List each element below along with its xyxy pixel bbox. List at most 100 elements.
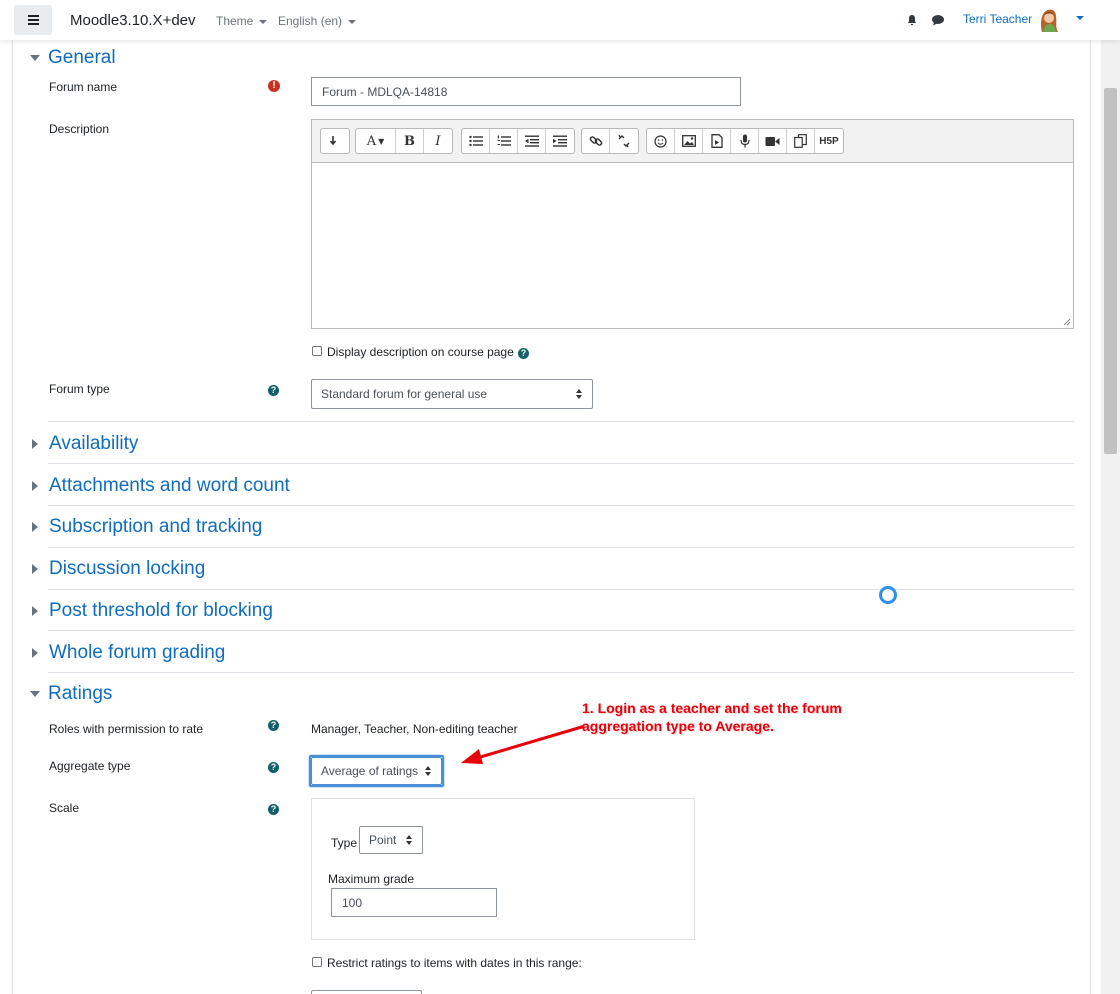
annotation-line-1: 1. Login as a teacher and set the forum [582, 700, 842, 716]
expand-triangle-icon [32, 481, 38, 491]
max-grade-label: Maximum grade [328, 872, 415, 886]
emoticon-icon[interactable] [647, 129, 675, 153]
collapse-triangle-icon [30, 691, 40, 697]
aggregate-type-label: Aggregate type [49, 759, 131, 773]
indent-icon[interactable] [546, 129, 574, 153]
section-title: Subscription and tracking [49, 516, 263, 537]
bell-icon[interactable] [906, 14, 918, 26]
toolbar-group-lists [461, 128, 575, 154]
expand-triangle-icon [32, 648, 38, 658]
toolbar-group-links [581, 128, 639, 154]
display-description-checkbox[interactable] [312, 346, 322, 356]
description-label: Description [49, 122, 110, 136]
max-grade-input[interactable]: 100 [331, 888, 497, 917]
resize-grip-icon[interactable] [1063, 318, 1071, 326]
show-more-buttons-icon[interactable] [321, 129, 349, 153]
help-icon[interactable]: ? [518, 348, 529, 359]
expand-triangle-icon [32, 522, 38, 532]
display-description-label: Display description on course page [327, 345, 514, 359]
unlink-icon[interactable] [610, 129, 638, 153]
theme-menu[interactable]: Theme [216, 14, 268, 28]
collapse-triangle-icon [30, 55, 40, 61]
page-border-left [12, 40, 13, 994]
forum-name-input[interactable]: Forum - MDLQA-14818 [311, 77, 741, 106]
section-title: Availability [49, 433, 139, 454]
expand-triangle-icon [32, 606, 38, 616]
help-icon[interactable]: ? [268, 385, 279, 396]
forum-type-label: Forum type [49, 382, 110, 396]
menu-toggle-button[interactable] [14, 5, 52, 35]
outdent-icon[interactable] [518, 129, 546, 153]
help-icon[interactable]: ? [268, 720, 279, 731]
annotation-line-2: aggregation type to Average. [582, 718, 774, 734]
description-editor-area[interactable] [311, 162, 1074, 329]
media-file-icon[interactable] [703, 129, 731, 153]
video-camera-icon[interactable] [759, 129, 787, 153]
language-menu[interactable]: English (en) [278, 14, 357, 28]
caret-down-icon [348, 19, 357, 24]
site-name[interactable]: Moodle3.10.X+dev [70, 12, 196, 29]
microphone-icon[interactable] [731, 129, 759, 153]
toolbar-group-style: A ▼ B I [355, 128, 453, 154]
section-subscription-header[interactable]: Subscription and tracking [30, 516, 262, 538]
top-navbar: Moodle3.10.X+dev Theme English (en) Terr… [0, 0, 1120, 40]
restrict-ratings-label: Restrict ratings to items with dates in … [327, 956, 582, 970]
user-avatar[interactable] [1034, 6, 1062, 34]
section-title: General [48, 47, 116, 68]
max-grade-value: 100 [342, 895, 363, 910]
scale-label: Scale [49, 801, 80, 815]
scale-fieldset [311, 798, 695, 940]
annotation-arrow-icon [461, 724, 586, 764]
section-attachments-header[interactable]: Attachments and word count [30, 475, 290, 497]
forum-name-value: Forum - MDLQA-14818 [322, 84, 448, 99]
link-icon[interactable] [582, 129, 610, 153]
restrict-ratings-checkbox[interactable] [312, 957, 322, 967]
section-title: Ratings [48, 683, 113, 704]
forum-type-select[interactable]: Standard forum for general use [311, 379, 593, 409]
chat-icon[interactable] [931, 14, 945, 26]
ordered-list-icon[interactable] [490, 129, 518, 153]
expand-triangle-icon [32, 439, 38, 449]
section-availability-header[interactable]: Availability [30, 433, 138, 455]
image-icon[interactable] [675, 129, 703, 153]
hamburger-icon [27, 19, 39, 21]
section-post-threshold-header[interactable]: Post threshold for blocking [30, 600, 273, 622]
annotation-callout: 1. Login as a teacher and set the forum … [582, 699, 912, 735]
expand-triangle-icon [32, 564, 38, 574]
page-border-right [1090, 40, 1091, 994]
scrollbar-thumb[interactable] [1104, 88, 1117, 454]
section-title: Discussion locking [49, 558, 206, 579]
restrict-date-select[interactable] [311, 990, 422, 994]
scale-type-label: Type [331, 836, 358, 850]
bold-icon[interactable]: B [396, 129, 424, 153]
user-menu-name[interactable]: Terri Teacher [963, 12, 1032, 26]
help-icon[interactable]: ? [268, 762, 279, 773]
theme-menu-label: Theme [216, 14, 254, 28]
h5p-icon[interactable]: H5P [815, 129, 843, 153]
section-divider [48, 463, 1074, 464]
aggregate-type-select[interactable]: Average of ratings [311, 757, 442, 785]
scale-type-select[interactable]: Point [359, 826, 423, 854]
aggregate-type-value: Average of ratings [321, 764, 419, 778]
forum-type-value: Standard forum for general use [321, 387, 488, 401]
italic-icon[interactable]: I [424, 129, 452, 153]
toolbar-group-collapse [320, 128, 350, 154]
section-general-header[interactable]: General [30, 47, 116, 69]
roles-label: Roles with permission to rate [49, 722, 204, 736]
unordered-list-icon[interactable] [462, 129, 490, 153]
section-title: Post threshold for blocking [49, 600, 273, 621]
section-ratings-header[interactable]: Ratings [30, 683, 112, 705]
section-divider [48, 630, 1074, 631]
caret-down-icon[interactable] [1076, 16, 1084, 20]
section-divider [48, 505, 1074, 506]
section-divider [48, 672, 1074, 673]
paragraph-styles-icon[interactable]: A ▼ [356, 129, 396, 153]
language-menu-label: English (en) [278, 14, 343, 28]
help-icon[interactable]: ? [268, 804, 279, 815]
manage-files-icon[interactable] [787, 129, 815, 153]
section-divider [48, 547, 1074, 548]
section-whole-forum-grading-header[interactable]: Whole forum grading [30, 642, 225, 664]
section-title: Attachments and word count [49, 475, 290, 496]
section-discussion-locking-header[interactable]: Discussion locking [30, 558, 205, 580]
select-arrows-icon [406, 835, 413, 845]
